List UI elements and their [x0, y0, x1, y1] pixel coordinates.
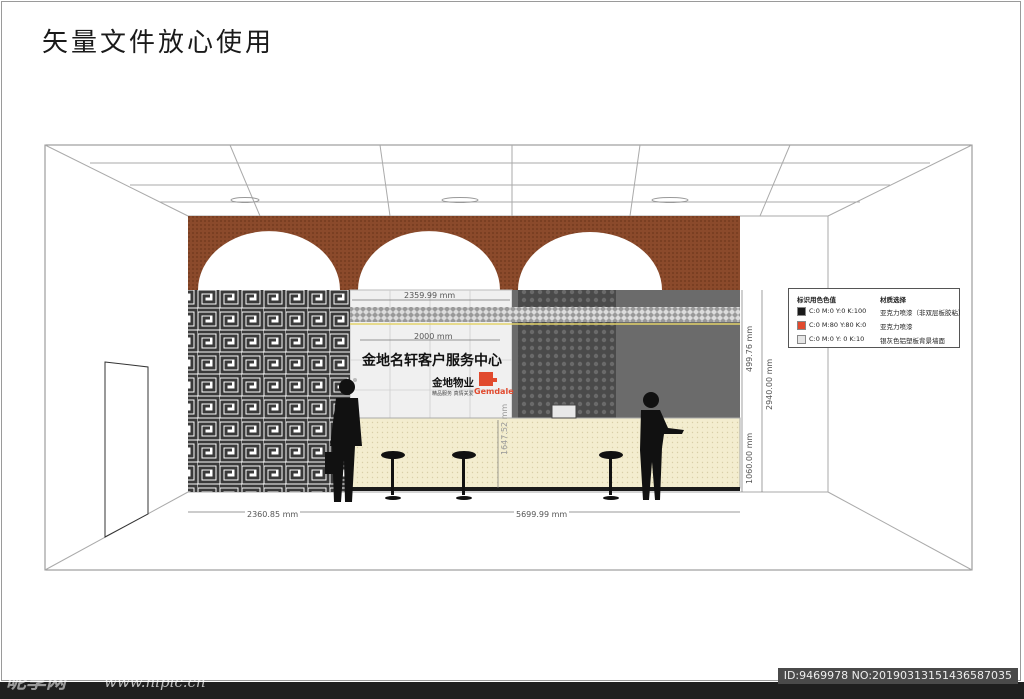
color-legend: 标识用色色值 材质选择 C:0 M:0 Y:0 K:100 亚克力喷漆（非双层板… [788, 288, 965, 348]
legend-material-header: 材质选择 [880, 296, 906, 304]
legend-material: 亚克力喷漆（非双层板胶粘） [880, 309, 965, 317]
total-height-dimension: 2940.00 mm [765, 358, 774, 410]
top-width-dimension: 2359.99 mm [404, 291, 456, 300]
legend-value: C:0 M:0 Y: 0 K:10 [809, 335, 865, 343]
door [104, 361, 149, 538]
canvas: 矢量文件放心使用 2359.99 mm 2000 mm 金地名轩客户服务中心 金… [0, 0, 1024, 699]
counter-height-dimension: 1060.00 mm [745, 432, 754, 484]
decorative-strip [350, 307, 740, 322]
legend-material: 亚克力喷漆 [880, 323, 913, 331]
brick-arch-wall [188, 216, 740, 290]
monitor [551, 404, 577, 419]
brand-name: 金地物业 [432, 377, 474, 389]
counter-width-dimension: 5699.99 mm [514, 510, 570, 519]
color-swatch [797, 307, 806, 316]
sign-width-dimension: 2000 mm [414, 332, 453, 341]
brand-slogan: 精品服务 真情关爱 [432, 391, 474, 397]
watermark-id: ID:9469978 NO:20190313151436587035 [777, 668, 1018, 684]
color-swatch [797, 335, 806, 344]
left-width-dimension: 2360.85 mm [245, 510, 301, 519]
room-elevation-drawing [44, 144, 973, 571]
sign-main-text: 金地名轩客户服务中心 [362, 353, 502, 369]
legend-value: C:0 M:0 Y:0 K:100 [809, 307, 867, 315]
legend-color-header: 标识用色色值 [797, 296, 836, 304]
watermark-url: www.nipic.cn [104, 673, 206, 691]
legend-row: C:0 M:0 Y:0 K:100 亚克力喷漆（非双层板胶粘） [797, 306, 965, 317]
legend-value: C:0 M:80 Y:80 K:0 [809, 321, 867, 329]
legend-row: C:0 M:80 Y:80 K:0 亚克力喷漆 [797, 320, 957, 331]
color-swatch [797, 321, 806, 330]
watermark-logo: 昵享网 [6, 669, 66, 693]
legend-material: 银灰色铝塑板背景墙面 [880, 337, 945, 345]
legend-row: C:0 M:0 Y: 0 K:10 银灰色铝塑板背景墙面 [797, 334, 957, 345]
brand-english: Gemdale [474, 387, 514, 396]
reception-counter [349, 417, 741, 489]
upper-height-dimension: 499.76 mm [745, 325, 754, 372]
counter-depth-dimension: 1647.52 mm [500, 403, 509, 455]
